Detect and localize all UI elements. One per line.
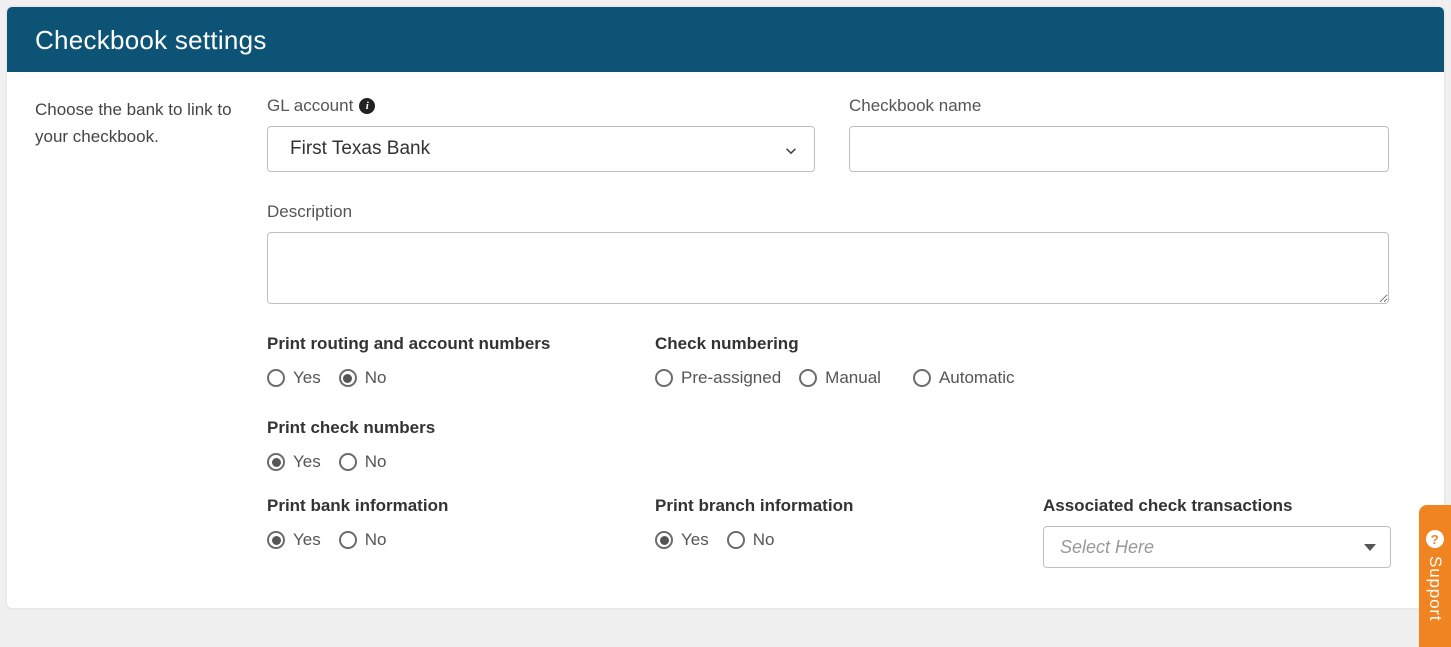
radio-label: Automatic [939, 368, 1015, 388]
radio-label: No [365, 452, 387, 472]
print-routing-no[interactable]: No [339, 368, 387, 388]
instruction-text: Choose the bank to link to your checkboo… [35, 96, 267, 568]
row-bank-branch-assoc: Print bank information Yes No Print bran [267, 496, 1416, 568]
description-field: Description [267, 202, 1389, 304]
radio-icon [267, 369, 285, 387]
info-icon[interactable]: i [359, 98, 375, 114]
gl-account-label: GL account i [267, 96, 815, 116]
radio-icon [799, 369, 817, 387]
radio-icon [655, 531, 673, 549]
print-routing-options: Yes No [267, 368, 621, 388]
radio-label: Yes [293, 452, 321, 472]
radio-icon [913, 369, 931, 387]
assoc-transactions-select[interactable]: Select Here [1043, 526, 1391, 568]
form-area: GL account i First Texas Bank Checkbook … [267, 96, 1416, 568]
print-branch-info-options: Yes No [655, 530, 1009, 550]
row-routing-numbering: Print routing and account numbers Yes No [267, 334, 1416, 388]
print-check-numbers-options: Yes No [267, 452, 621, 472]
print-bank-yes[interactable]: Yes [267, 530, 321, 550]
support-label: Support [1425, 556, 1445, 622]
print-check-numbers-field: Print check numbers Yes No [267, 418, 621, 472]
check-numbering-pre[interactable]: Pre-assigned [655, 368, 781, 388]
radio-label: Pre-assigned [681, 368, 781, 388]
support-tab[interactable]: ? Support [1419, 505, 1451, 647]
radio-icon [339, 453, 357, 471]
print-branch-yes[interactable]: Yes [655, 530, 709, 550]
print-check-numbers-label: Print check numbers [267, 418, 621, 438]
print-routing-yes[interactable]: Yes [267, 368, 321, 388]
row-gl-and-name: GL account i First Texas Bank Checkbook … [267, 96, 1416, 172]
radio-label: Manual [825, 368, 881, 388]
description-label-text: Description [267, 202, 352, 222]
print-check-numbers-no[interactable]: No [339, 452, 387, 472]
radio-label: No [365, 368, 387, 388]
checkbook-name-label-text: Checkbook name [849, 96, 981, 116]
print-routing-label: Print routing and account numbers [267, 334, 621, 354]
print-bank-info-options: Yes No [267, 530, 621, 550]
radio-label: No [365, 530, 387, 550]
check-numbering-options: Pre-assigned Manual Automatic [655, 368, 1025, 388]
checkbook-name-label: Checkbook name [849, 96, 1389, 116]
radio-icon [267, 531, 285, 549]
radio-label: Yes [293, 368, 321, 388]
gl-account-selected-value: First Texas Bank [290, 138, 430, 160]
assoc-transactions-label: Associated check transactions [1043, 496, 1391, 516]
description-label: Description [267, 202, 1389, 222]
print-branch-no[interactable]: No [727, 530, 775, 550]
row-description: Description [267, 202, 1416, 304]
print-bank-no[interactable]: No [339, 530, 387, 550]
check-numbering-manual[interactable]: Manual [799, 368, 881, 388]
radio-icon [655, 369, 673, 387]
page-title: Checkbook settings [7, 7, 1444, 72]
check-numbering-label: Check numbering [655, 334, 1025, 354]
gl-account-label-text: GL account [267, 96, 353, 116]
description-input[interactable] [267, 232, 1389, 304]
radio-label: No [753, 530, 775, 550]
radio-icon [339, 369, 357, 387]
assoc-transactions-placeholder: Select Here [1060, 537, 1154, 558]
triangle-down-icon [1364, 544, 1376, 551]
gl-account-select[interactable]: First Texas Bank [267, 126, 815, 172]
question-icon: ? [1426, 530, 1444, 548]
chevron-down-icon [784, 142, 798, 156]
print-routing-field: Print routing and account numbers Yes No [267, 334, 621, 388]
gl-account-field: GL account i First Texas Bank [267, 96, 815, 172]
print-bank-info-label: Print bank information [267, 496, 621, 516]
radio-icon [339, 531, 357, 549]
settings-card: Checkbook settings Choose the bank to li… [6, 6, 1445, 609]
checkbook-name-input[interactable] [849, 126, 1389, 172]
row-print-check-numbers: Print check numbers Yes No [267, 418, 1416, 472]
assoc-transactions-field: Associated check transactions Select Her… [1043, 496, 1391, 568]
radio-label: Yes [681, 530, 709, 550]
check-numbering-auto[interactable]: Automatic [913, 368, 1015, 388]
print-branch-info-field: Print branch information Yes No [655, 496, 1009, 568]
radio-icon [267, 453, 285, 471]
support-tab-content: ? Support [1425, 530, 1445, 622]
print-bank-info-field: Print bank information Yes No [267, 496, 621, 568]
check-numbering-field: Check numbering Pre-assigned Manual A [655, 334, 1025, 388]
print-branch-info-label: Print branch information [655, 496, 1009, 516]
card-body: Choose the bank to link to your checkboo… [7, 72, 1444, 608]
radio-icon [727, 531, 745, 549]
print-check-numbers-yes[interactable]: Yes [267, 452, 321, 472]
radio-label: Yes [293, 530, 321, 550]
checkbook-name-field: Checkbook name [849, 96, 1389, 172]
